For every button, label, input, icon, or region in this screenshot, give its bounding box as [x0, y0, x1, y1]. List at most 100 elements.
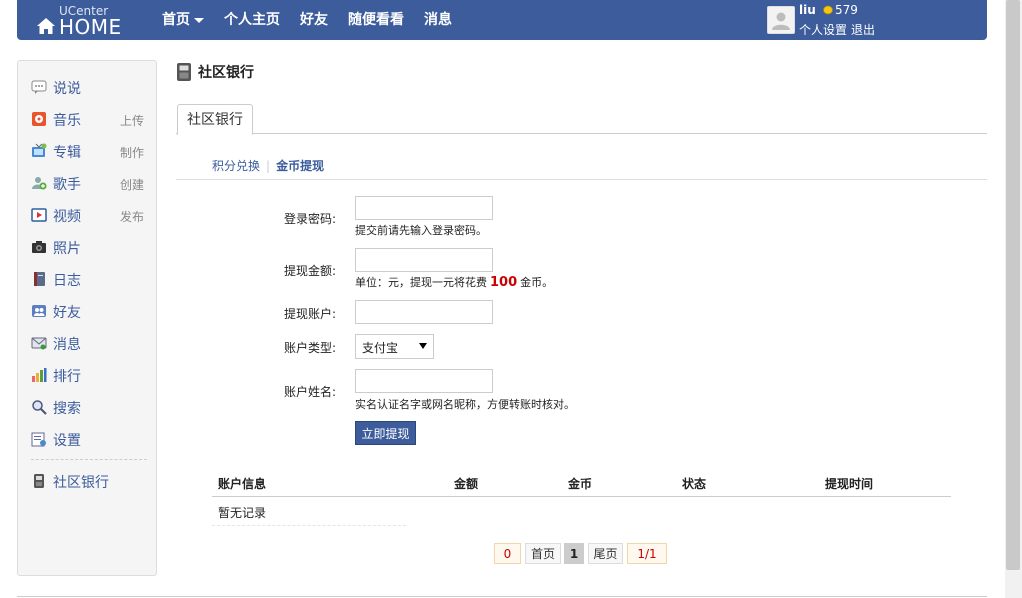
pager-first[interactable]: 首页 [525, 543, 561, 564]
table-header: 账户信息 金额 金币 状态 提现时间 [212, 473, 951, 497]
username-link[interactable]: liu [799, 3, 816, 17]
account-label: 提现账户: [284, 307, 337, 321]
account-name-field[interactable] [355, 369, 493, 393]
ucenter-home-logo[interactable]: UCenter HOME [37, 2, 127, 39]
add-user-icon [32, 177, 47, 190]
bank-terminal-icon [177, 63, 191, 81]
sidebar-item-search[interactable]: 搜索 [31, 397, 146, 417]
password-label: 登录密码: [284, 212, 337, 226]
dropdown-arrow-icon [419, 343, 427, 349]
music-icon [32, 112, 46, 126]
password-hint: 提交前请先输入登录密码。 [355, 224, 487, 237]
subtab-separator: | [266, 159, 271, 173]
sidebar-item-label: 说说 [53, 81, 81, 97]
sidebar-item-music[interactable]: 音乐 上传 [31, 109, 146, 129]
sidebar-item-label: 音乐 [53, 113, 81, 129]
nav-explore[interactable]: 随便看看 [348, 0, 404, 40]
avatar[interactable] [767, 6, 795, 34]
sidebar-item-label: 照片 [53, 241, 81, 257]
sidebar-item-settings[interactable]: 设置 [31, 429, 146, 449]
sidebar-create-album-link[interactable]: 制作 [120, 144, 144, 161]
sidebar-item-label: 好友 [53, 305, 81, 321]
sidebar-item-messages[interactable]: 消息 [31, 333, 146, 353]
nav-profile[interactable]: 个人主页 [224, 0, 280, 40]
password-field[interactable] [355, 196, 493, 220]
sidebar-item-bank[interactable]: 社区银行 [31, 471, 146, 491]
amount-field[interactable] [355, 248, 493, 272]
search-icon [32, 400, 47, 415]
empty-records-text: 暂无记录 [218, 506, 267, 520]
scrollbar-thumb[interactable] [1006, 0, 1020, 570]
sidebar-item-ranking[interactable]: 排行 [31, 365, 146, 385]
speech-bubble-icon [31, 80, 47, 94]
sidebar-upload-link[interactable]: 上传 [120, 112, 144, 129]
sidebar-item-video[interactable]: 视频 发布 [31, 205, 146, 225]
sidebar-item-singer[interactable]: 歌手 创建 [31, 173, 146, 193]
user-silhouette-icon [772, 12, 790, 30]
nav-messages[interactable]: 消息 [424, 0, 452, 40]
coin-icon [823, 5, 833, 15]
sidebar-item-label: 排行 [53, 369, 81, 385]
sidebar-publish-video-link[interactable]: 发布 [120, 208, 144, 225]
pager-pages: 1/1 [627, 543, 667, 564]
account-type-value: 支付宝 [362, 341, 399, 355]
footer-divider [17, 596, 987, 597]
sidebar-item-label: 设置 [53, 433, 81, 449]
logout-link[interactable]: 退出 [851, 23, 875, 37]
sidebar-item-label: 视频 [53, 209, 81, 225]
account-field[interactable] [355, 300, 493, 324]
sidebar-item-label: 专辑 [53, 145, 81, 161]
nav-friends[interactable]: 好友 [300, 0, 328, 40]
subtab-points-exchange[interactable]: 积分兑换 [212, 159, 260, 173]
sidebar-divider [31, 459, 147, 460]
amount-hint-suffix: 金币。 [520, 276, 554, 289]
amount-rate: 100 [490, 275, 518, 290]
mail-icon [31, 337, 47, 350]
sidebar-item-status[interactable]: 说说 [31, 77, 146, 97]
amount-hint-prefix: 单位：元，提现一元将花费 [355, 276, 487, 289]
col-gold: 金币 [568, 477, 593, 491]
friends-icon [32, 305, 46, 317]
nav-home-label: 首页 [162, 12, 190, 28]
top-navbar: UCenter HOME 首页 个人主页 好友 随便看看 消息 liu 579 … [17, 0, 987, 40]
sidebar-item-label: 社区银行 [53, 475, 109, 491]
sidebar-item-label: 消息 [53, 337, 81, 353]
pager-last[interactable]: 尾页 [588, 543, 623, 564]
tab-community-bank[interactable]: 社区银行 [177, 104, 253, 135]
bank-terminal-icon [34, 474, 44, 488]
amount-label: 提现金额: [284, 264, 337, 278]
col-amount: 金额 [454, 477, 479, 491]
name-label: 账户姓名: [284, 385, 337, 399]
nav-home[interactable]: 首页 [162, 0, 204, 40]
col-account-info: 账户信息 [218, 477, 267, 491]
name-hint: 实名认证名字或网名昵称，方便转账时核对。 [355, 398, 575, 411]
table-row: 暂无记录 [212, 503, 406, 526]
settings-link[interactable]: 个人设置 [799, 23, 847, 37]
sidebar-item-photos[interactable]: 照片 [31, 237, 146, 257]
sidebar-item-label: 搜索 [53, 401, 81, 417]
credits-count: 579 [835, 3, 858, 17]
sidebar-item-friends[interactable]: 好友 [31, 301, 146, 321]
withdraw-button[interactable]: 立即提现 [355, 421, 416, 445]
sidebar-item-label: 歌手 [53, 177, 81, 193]
user-box: liu 579 个人设置 退出 [767, 3, 977, 37]
pager-total: 0 [494, 543, 521, 564]
main-nav: 首页 个人主页 好友 随便看看 消息 [162, 0, 472, 40]
amount-hint: 单位：元，提现一元将花费 100 金币。 [355, 274, 553, 290]
sidebar-item-blog[interactable]: 日志 [31, 269, 146, 289]
subtab-divider [176, 179, 987, 180]
sidebar-item-label: 日志 [53, 273, 81, 289]
sidebar-create-singer-link[interactable]: 创建 [120, 176, 144, 193]
subtab-nav: 积分兑换 | 金币提现 [212, 157, 324, 174]
pager-current: 1 [564, 543, 584, 564]
page-title: 社区银行 [198, 65, 254, 81]
video-icon [31, 208, 47, 222]
sidebar-item-album[interactable]: 专辑 制作 [31, 141, 146, 161]
chevron-down-icon[interactable] [194, 17, 204, 23]
subtab-gold-withdraw[interactable]: 金币提现 [276, 159, 324, 173]
tab-bar-line [176, 133, 987, 134]
account-type-select[interactable]: 支付宝 [355, 334, 434, 359]
tv-icon [32, 143, 47, 157]
user-links: 个人设置 退出 [799, 21, 879, 38]
notebook-icon [34, 272, 45, 286]
